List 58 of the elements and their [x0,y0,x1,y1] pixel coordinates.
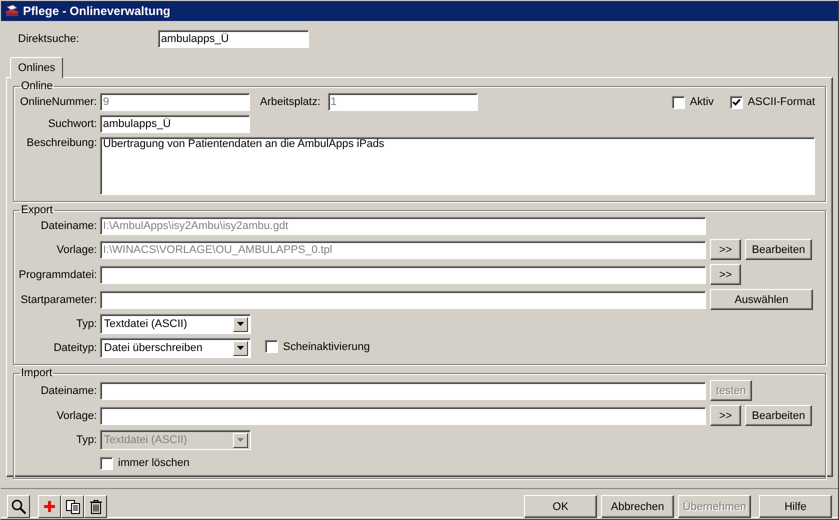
search-icon [10,498,26,514]
app-icon [4,4,20,18]
field-label: Typ: [75,318,97,330]
field-label: Typ: [75,434,97,446]
dialog-button[interactable]: Abbrechen [601,495,674,518]
text-area[interactable]: Übertragung von Patientendaten an die AmbulApps iPads [100,137,815,195]
search-button[interactable] [7,495,30,518]
checkbox-label: Aktiv [690,96,714,108]
caret-icon [237,322,244,326]
field-label: Vorlage: [56,410,97,422]
text-field[interactable] [100,406,706,424]
field-label: Suchwort: [47,118,97,130]
checkbox-label: ASCII-Format [748,96,815,108]
dropdown[interactable]: Datei überschreiben [100,338,251,358]
add-button[interactable] [38,495,61,518]
checkmark-icon [732,98,741,106]
checkbox-label: immer löschen [118,457,190,469]
copy-button[interactable] [61,495,84,518]
delete-button[interactable] [84,495,107,518]
tab[interactable]: Onlines [10,57,64,78]
dialog-button[interactable]: Hilfe [759,495,832,518]
dialog-button[interactable]: OK [524,495,597,518]
field-label: Dateityp: [52,342,97,354]
copy-icon [66,500,80,514]
group-title: Import [20,367,54,379]
text-field[interactable] [100,290,706,308]
button[interactable]: >> [710,405,741,426]
field-label: Beschreibung: [26,137,97,149]
group-title: Export [20,204,54,216]
text-field[interactable] [100,266,706,284]
field-label: Vorlage: [56,244,97,256]
text-field[interactable] [100,382,706,400]
dropdown-button[interactable] [233,340,248,356]
checkbox[interactable] [100,456,113,470]
checkbox[interactable] [265,340,278,353]
text-field[interactable]: ambulapps_Ü [100,115,250,133]
dropdown-button[interactable] [233,316,248,332]
field-label: Startparameter: [20,294,97,306]
checkbox[interactable] [672,96,685,108]
button[interactable]: Bearbeiten [745,405,812,426]
field-label: OnlineNummer: [18,96,97,108]
checkbox-label: Scheinaktivierung [283,340,370,352]
caret-icon [237,438,244,442]
button[interactable]: Auswählen [710,289,813,310]
plus-icon [44,501,55,512]
dropdown[interactable]: Textdatei (ASCII) [100,314,251,334]
caret-icon [237,346,244,350]
checkbox[interactable] [730,96,743,108]
field-label: Arbeitsplatz: [260,96,321,108]
group-title: Online [20,80,54,92]
field-label: Dateiname: [40,220,97,232]
window-title: Pflege - Onlineverwaltung [23,4,170,18]
button[interactable]: >> [710,264,741,285]
field-label: Dateiname: [40,384,97,396]
field-label: Direktsuche: [17,33,80,45]
field-label: Programmdatei: [18,268,97,280]
search-field[interactable]: ambulapps_Ü [158,30,309,48]
trash-icon [90,500,102,514]
